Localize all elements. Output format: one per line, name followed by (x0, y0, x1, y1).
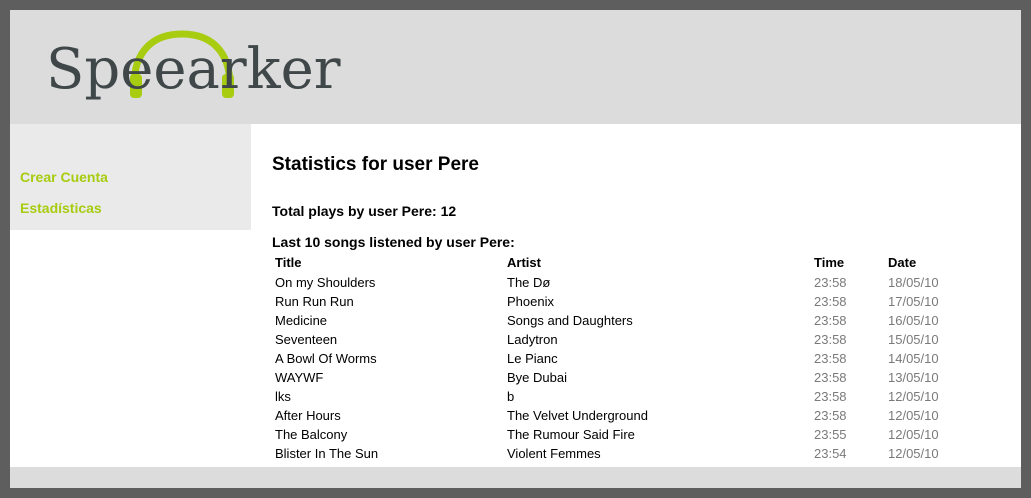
cell-artist: The Rumour Said Fire (507, 427, 635, 442)
cell-time: 23:54 (814, 446, 847, 461)
cell-title: A Bowl Of Worms (275, 351, 377, 366)
column-header-title: Title (275, 255, 302, 270)
site-logo[interactable]: Speearker (46, 28, 341, 114)
cell-date: 18/05/10 (888, 275, 939, 290)
cell-artist: Violent Femmes (507, 446, 601, 461)
cell-artist: Le Pianc (507, 351, 558, 366)
cell-artist: Phoenix (507, 294, 554, 309)
cell-title: Seventeen (275, 332, 338, 347)
cell-title: Blister In The Sun (275, 446, 379, 461)
cell-time: 23:58 (814, 370, 847, 385)
songs-table: Title Artist Time Date On my Shoulders T… (272, 252, 971, 463)
cell-date: 12/05/10 (888, 389, 939, 404)
total-plays: Total plays by user Pere: 12 (272, 203, 457, 219)
cell-time: 23:58 (814, 313, 847, 328)
page-title: Statistics for user Pere (272, 154, 479, 175)
cell-artist: The Dø (507, 275, 551, 290)
cell-artist: Songs and Daughters (507, 313, 633, 328)
cell-date: 16/05/10 (888, 313, 939, 328)
last-songs-heading: Last 10 songs listened by user Pere: (272, 234, 515, 250)
cell-title: Medicine (275, 313, 328, 328)
cell-time: 23:58 (814, 332, 847, 347)
cell-date: 17/05/10 (888, 294, 939, 309)
cell-title: lks (275, 389, 291, 404)
table-row: Medicine Songs and Daughters 23:58 16/05… (272, 311, 971, 330)
header: Speearker (10, 10, 1021, 124)
table-row: Seventeen Ladytron 23:58 15/05/10 (272, 330, 971, 349)
cell-date: 15/05/10 (888, 332, 939, 347)
sidebar-item-estadisticas[interactable]: Estadísticas (20, 200, 102, 216)
table-row: WAYWF Bye Dubai 23:58 13/05/10 (272, 368, 971, 387)
cell-time: 23:58 (814, 389, 847, 404)
cell-date: 13/05/10 (888, 370, 939, 385)
cell-time: 23:58 (814, 294, 847, 309)
cell-title: WAYWF (275, 370, 324, 385)
table-row: After Hours The Velvet Underground 23:58… (272, 406, 971, 425)
table-row: Blister In The Sun Violent Femmes 23:54 … (272, 444, 971, 463)
table-row: Run Run Run Phoenix 23:58 17/05/10 (272, 292, 971, 311)
cell-title: Run Run Run (275, 294, 354, 309)
cell-artist: Bye Dubai (507, 370, 567, 385)
column-header-time: Time (814, 255, 845, 270)
cell-date: 12/05/10 (888, 427, 939, 442)
cell-title: On my Shoulders (275, 275, 376, 290)
logo-wordmark: Speearker (46, 37, 341, 102)
cell-time: 23:55 (814, 427, 847, 442)
cell-time: 23:58 (814, 351, 847, 366)
cell-title: After Hours (275, 408, 341, 423)
column-header-date: Date (888, 255, 917, 270)
cell-artist: The Velvet Underground (507, 408, 648, 423)
table-row: The Balcony The Rumour Said Fire 23:55 1… (272, 425, 971, 444)
cell-artist: b (507, 389, 515, 404)
cell-date: 14/05/10 (888, 351, 939, 366)
cell-time: 23:58 (814, 275, 847, 290)
column-header-artist: Artist (507, 255, 541, 270)
table-header-row: Title Artist Time Date (272, 252, 971, 273)
cell-time: 23:58 (814, 408, 847, 423)
table-row: On my Shoulders The Dø 23:58 18/05/10 (272, 273, 971, 292)
cell-artist: Ladytron (507, 332, 558, 347)
table-row: lks b 23:58 12/05/10 (272, 387, 971, 406)
footer (10, 467, 1021, 488)
cell-title: The Balcony (275, 427, 348, 442)
table-row: A Bowl Of Worms Le Pianc 23:58 14/05/10 (272, 349, 971, 368)
sidebar: Crear Cuenta Estadísticas (10, 124, 251, 230)
cell-date: 12/05/10 (888, 446, 939, 461)
page-frame: Speearker Crear Cuenta Estadísticas Stat… (10, 10, 1021, 488)
cell-date: 12/05/10 (888, 408, 939, 423)
sidebar-item-crear-cuenta[interactable]: Crear Cuenta (20, 169, 108, 185)
